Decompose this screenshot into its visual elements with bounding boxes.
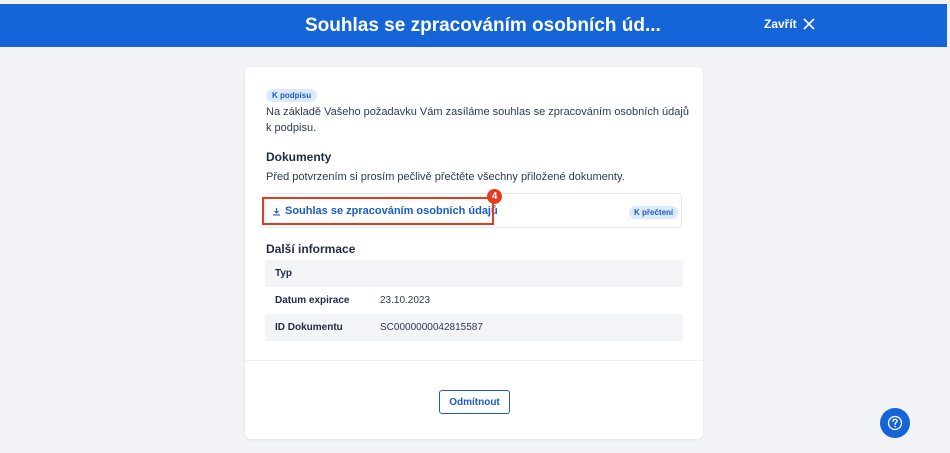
help-button[interactable] [880, 408, 910, 438]
info-heading: Další informace [266, 242, 356, 256]
close-icon [803, 18, 815, 30]
info-row-document-id: ID Dokumentu SC0000000042815587 [265, 314, 683, 341]
documents-heading: Dokumenty [266, 150, 332, 164]
help-icon [887, 415, 903, 431]
info-row-type: Typ [265, 260, 683, 287]
header-bar: Souhlas se zpracováním osobních úd... Za… [0, 4, 947, 47]
documents-note: Před potvrzením si prosím pečlivě přečtě… [266, 171, 625, 183]
info-key: Datum expirace [275, 295, 350, 306]
close-label: Zavřít [764, 17, 797, 31]
info-value: SC0000000042815587 [380, 322, 483, 333]
divider [245, 360, 703, 361]
read-badge: K přečtení [629, 206, 679, 219]
info-key: Typ [275, 268, 293, 279]
reject-button[interactable]: Odmítnout [439, 390, 510, 414]
info-row-expiration: Datum expirace 23.10.2023 [265, 287, 683, 314]
highlight-box [262, 197, 494, 225]
step-marker: 4 [487, 189, 502, 204]
status-badge: K podpisu [266, 89, 318, 102]
intro-text: Na základě Vašeho požadavku Vám zasíláme… [266, 106, 689, 134]
info-key: ID Dokumentu [275, 322, 343, 333]
info-value: 23.10.2023 [380, 295, 431, 306]
page-title: Souhlas se zpracováním osobních úd... [305, 15, 661, 36]
close-button[interactable]: Zavřít [764, 17, 815, 31]
